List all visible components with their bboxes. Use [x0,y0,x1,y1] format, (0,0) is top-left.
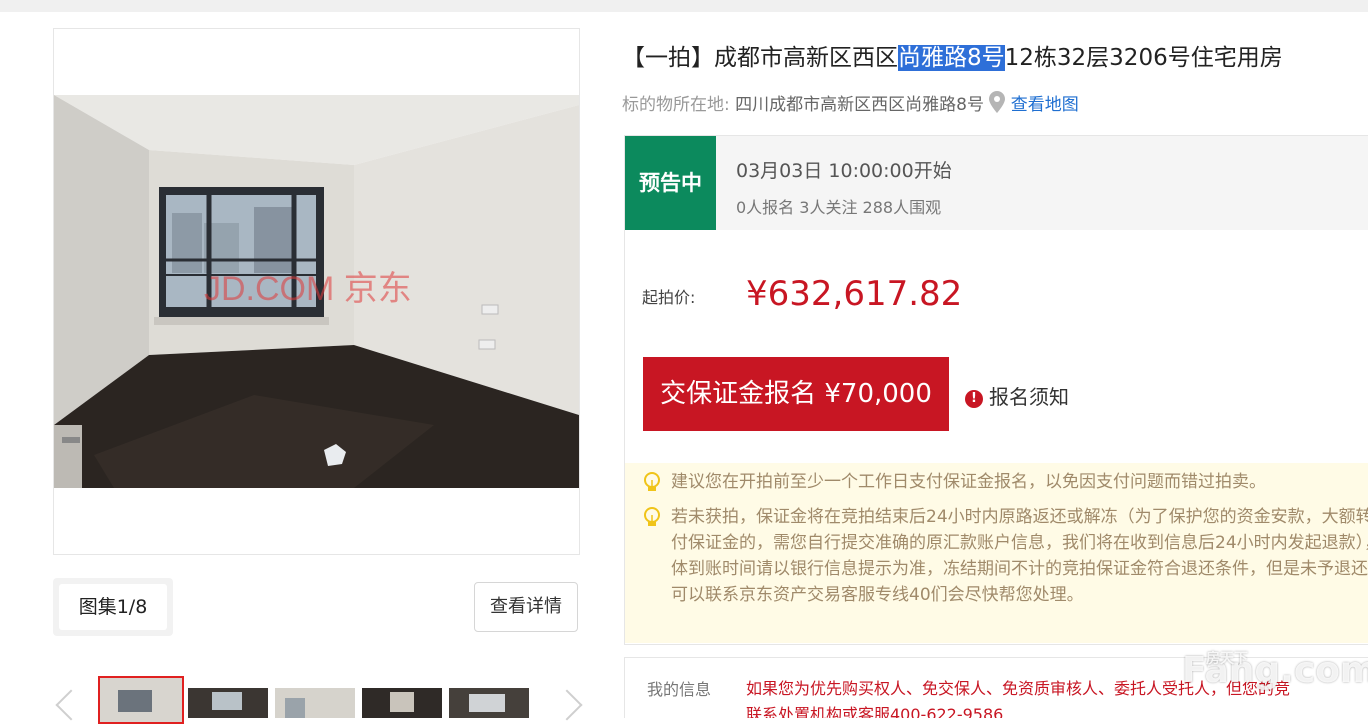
auction-stats: 0人报名 3人关注 288人围观 [736,198,942,217]
thumbnail-item[interactable] [362,688,442,718]
site-watermark: 房天下 Fang.com [1182,650,1368,691]
room-photo[interactable]: JD.COM 京东 [54,95,579,488]
location-address: 四川成都市高新区西区尚雅路8号 [735,95,984,115]
pay-deposit-button[interactable]: 交保证金报名 ¥70,000 [643,357,949,431]
start-time: 03月03日 10:00:00开始 [736,160,952,182]
thumbnail-item[interactable] [188,688,268,718]
room-photo-image: JD.COM 京东 [54,95,579,488]
gallery-count-box: 图集1/8 [53,578,173,636]
my-info-label: 我的信息 [647,680,712,699]
thumbnail-strip [50,676,590,724]
thumbnail-item[interactable] [449,688,529,718]
my-info-line: 联系处置机构或客服400-622-9586 [746,705,1004,718]
lightbulb-icon [644,472,660,491]
top-bar [0,0,1368,12]
price-label: 起拍价: [642,288,696,307]
registration-notice-label: 报名须知 [989,385,1069,409]
gallery-count: 图集1/8 [59,584,167,630]
lightbulb-icon [644,507,660,526]
chevron-left-icon[interactable] [55,689,87,721]
title-suffix: 12栋32层3206号住宅用房 [1004,45,1283,71]
starting-price: ¥632,617.82 [746,274,963,314]
tip-text: 若未获拍，保证金将在竞拍结束后24小时内原路返还或解冻（为了保护您的资金安款，大… [671,507,1368,605]
thumbnail-item[interactable] [275,688,355,718]
tip-text: 建议您在开拍前至少一个工作日支付保证金报名，以免因支付问题而错过拍卖。 [671,472,1266,492]
tips-box: 建议您在开拍前至少一个工作日支付保证金报名，以免因支付问题而错过拍卖。 若未获拍… [625,463,1368,643]
listing-title: 【一拍】成都市高新区西区尚雅路8号12栋32层3206号住宅用房 [622,38,1283,72]
title-prefix: 【一拍】成都市高新区西区 [622,45,898,71]
registration-notice-link[interactable]: ! 报名须知 [965,381,1069,410]
view-details-button[interactable]: 查看详情 [474,582,578,632]
chevron-right-icon[interactable] [551,689,583,721]
title-highlight: 尚雅路8号 [898,45,1005,71]
location-line: 标的物所在地: 四川成都市高新区西区尚雅路8号 查看地图 [622,90,1079,118]
watermark-sub: 房天下 [1206,651,1248,667]
location-label: 标的物所在地: [622,95,730,115]
auction-panel: 预告中 03月03日 10:00:00开始 0人报名 3人关注 288人围观 起… [624,135,1368,645]
alert-icon: ! [965,390,983,408]
map-pin-icon [989,91,1006,118]
status-row: 预告中 03月03日 10:00:00开始 0人报名 3人关注 288人围观 [625,136,1368,230]
photo-watermark: JD.COM 京东 [204,270,412,308]
main-photo-frame: JD.COM 京东 [53,28,580,555]
status-badge: 预告中 [625,136,716,230]
view-map-link[interactable]: 查看地图 [1011,95,1079,115]
